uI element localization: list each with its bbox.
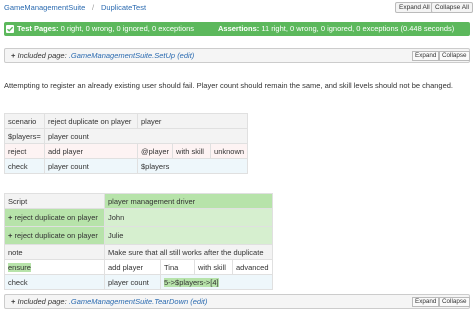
setup-edit-link[interactable]: (edit) (177, 51, 194, 60)
table-row: Script player management driver (4, 193, 273, 209)
table-row: check player count $players (4, 158, 249, 174)
teardown-edit-link[interactable]: (edit) (190, 297, 207, 306)
script-table: Script player management driver + reject… (4, 193, 273, 290)
scenario-table: scenario reject duplicate on player play… (4, 113, 249, 174)
table-row: note Make sure that all still works afte… (4, 244, 273, 260)
include-label-text: Included page: (17, 297, 69, 306)
test-pages-label: Test Pages: (17, 24, 59, 33)
expand-plus-icon: + (8, 213, 13, 222)
table-cell: 5->$players->[4] (160, 274, 273, 290)
expand-plus-icon: + (11, 297, 16, 306)
teardown-include-label[interactable]: + Included page: .GameManagementSuite.Te… (11, 297, 207, 306)
breadcrumb-current-page[interactable]: DuplicateTest (101, 3, 146, 12)
setup-include-label[interactable]: + Included page: .GameManagementSuite.Se… (11, 51, 194, 60)
test-summary-bar: Test Pages: 0 right, 0 wrong, 0 ignored,… (4, 22, 470, 36)
breadcrumb-suite-link[interactable]: GameManagementSuite (4, 3, 85, 12)
table-cell: add player (104, 259, 161, 275)
table-cell: Julie (104, 226, 273, 245)
table-cell: $players= (4, 128, 45, 144)
teardown-page-link[interactable]: .GameManagementSuite.TearDown (69, 297, 188, 306)
table-cell: with skill (194, 259, 233, 275)
table-row: scenario reject duplicate on player play… (4, 113, 249, 129)
setup-include-section: + Included page: .GameManagementSuite.Se… (4, 48, 470, 63)
setup-expand-button[interactable]: Expand (412, 51, 440, 61)
table-cell: John (104, 208, 273, 227)
table-cell: Make sure that all still works after the… (104, 244, 273, 260)
table-cell: reject duplicate on player (44, 113, 138, 129)
expand-all-button[interactable]: Expand All (395, 2, 434, 13)
teardown-expand-button[interactable]: Expand (412, 297, 440, 307)
table-cell: player count (44, 158, 138, 174)
assertions-summary: Assertions: 11 right, 0 wrong, 0 ignored… (218, 22, 454, 36)
expand-plus-icon: + (11, 51, 16, 60)
collapse-all-button[interactable]: Collapse All (431, 2, 473, 13)
checkmark-icon (6, 25, 14, 33)
include-label-text: Included page: (17, 51, 69, 60)
table-cell: $players (136, 158, 249, 174)
expand-plus-icon: + (8, 231, 13, 240)
ensure-keyword: ensure (8, 262, 31, 272)
table-cell: player count (104, 274, 161, 290)
table-cell: player count (43, 128, 249, 144)
scenario-call-label: reject duplicate on player (14, 231, 98, 240)
table-row: ensure add player Tina with skill advanc… (4, 259, 273, 275)
scenario-call-label: reject duplicate on player (14, 213, 98, 222)
table-cell: scenario (4, 113, 45, 129)
test-description: Attempting to register an already existi… (4, 81, 454, 90)
table-cell: ensure (4, 259, 105, 275)
table-row: check player count 5->$players->[4] (4, 274, 273, 290)
breadcrumb-separator: / (92, 3, 95, 12)
table-row[interactable]: + reject duplicate on player Julie (4, 226, 273, 245)
teardown-include-section: + Included page: .GameManagementSuite.Te… (4, 294, 470, 309)
teardown-collapse-button[interactable]: Collapse (439, 297, 470, 307)
table-cell: check (4, 274, 105, 290)
table-cell: unknown (210, 143, 249, 159)
test-pages-value: 0 right, 0 wrong, 0 ignored, 0 exception… (60, 24, 195, 33)
test-pages-summary: Test Pages: 0 right, 0 wrong, 0 ignored,… (17, 22, 194, 36)
setup-page-link[interactable]: .GameManagementSuite.SetUp (69, 51, 175, 60)
table-cell: add player (44, 143, 138, 159)
table-cell[interactable]: + reject duplicate on player (4, 208, 105, 227)
table-cell[interactable]: + reject duplicate on player (4, 226, 105, 245)
table-cell: check (4, 158, 45, 174)
top-bar: GameManagementSuite / DuplicateTest Expa… (0, 0, 474, 15)
table-cell: Tina (160, 259, 195, 275)
symbol-assign-result: 5->$players->[4] (164, 277, 219, 287)
table-cell: reject (4, 143, 45, 159)
setup-collapse-button[interactable]: Collapse (439, 51, 470, 61)
table-row[interactable]: + reject duplicate on player John (4, 208, 273, 227)
table-cell: advanced (232, 259, 273, 275)
table-row: reject add player @player with skill unk… (4, 143, 249, 159)
assertions-value: 11 right, 0 wrong, 0 ignored, 0 exceptio… (261, 24, 455, 33)
table-cell: player (136, 113, 249, 129)
table-row: $players= player count (4, 128, 249, 144)
table-cell: player management driver (104, 193, 273, 209)
table-cell: @player (136, 143, 174, 159)
table-cell: with skill (172, 143, 212, 159)
table-cell: note (4, 244, 105, 260)
assertions-label: Assertions: (218, 24, 260, 33)
table-cell: Script (4, 193, 105, 209)
